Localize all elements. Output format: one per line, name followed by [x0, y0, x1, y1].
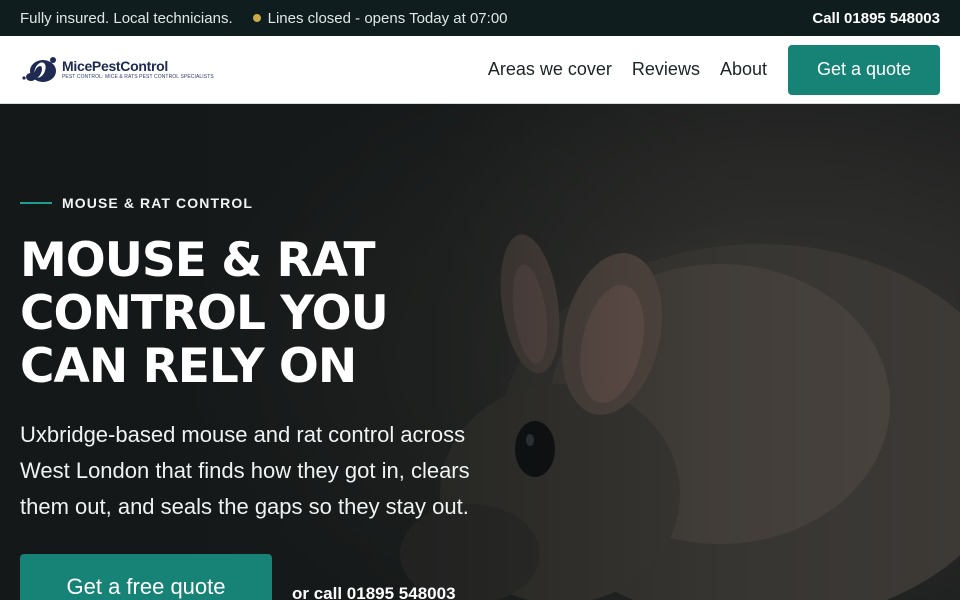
nav-areas-we-cover[interactable]: Areas we cover	[488, 59, 612, 80]
insured-text: Fully insured. Local technicians.	[20, 9, 233, 27]
site-header: MicePestControl PEST CONTROL: MICE & RAT…	[0, 36, 960, 104]
get-a-quote-button[interactable]: Get a quote	[788, 44, 940, 95]
top-bar: Fully insured. Local technicians. Lines …	[0, 0, 960, 36]
mouse-logo-icon	[20, 54, 60, 86]
nav-about[interactable]: About	[720, 59, 767, 80]
eyebrow-divider	[20, 202, 52, 204]
topbar-call-link[interactable]: Call 01895 548003	[812, 10, 940, 27]
hero-headline: MOUSE & RAT CONTROL YOU CAN RELY ON	[20, 233, 389, 394]
status-dot-icon	[252, 14, 261, 22]
hero-cta-row: Get a free quote or call 01895 548003	[20, 554, 456, 600]
hero-subcopy: Uxbridge-based mouse and rat control acr…	[20, 422, 470, 519]
hero-eyebrow: MOUSE & RAT CONTROL	[20, 195, 253, 211]
hero-section: MOUSE & RAT CONTROL MOUSE & RAT CONTROL …	[0, 104, 960, 600]
opening-status: Lines closed - opens Today at 07:00	[252, 9, 508, 27]
nav-reviews[interactable]: Reviews	[632, 59, 700, 80]
eyebrow-text: MOUSE & RAT CONTROL	[62, 195, 253, 211]
logo[interactable]: MicePestControl PEST CONTROL: MICE & RAT…	[20, 54, 214, 86]
logo-name: MicePestControl	[62, 57, 168, 74]
main-nav: Areas we cover Reviews About Get a quote	[468, 44, 940, 95]
hero-call-link[interactable]: or call 01895 548003	[292, 584, 456, 600]
status-text: Lines closed - opens Today at 07:00	[267, 9, 508, 27]
logo-tagline: PEST CONTROL: MICE & RATS PEST CONTROL S…	[62, 73, 214, 80]
get-free-quote-button[interactable]: Get a free quote	[20, 554, 272, 600]
